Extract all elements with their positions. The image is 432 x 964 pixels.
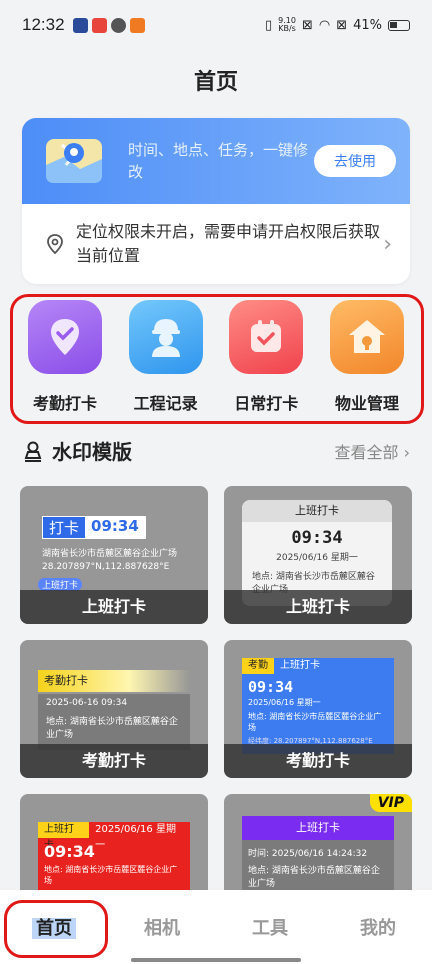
template-datetime: 2025-06-16 09:34 xyxy=(46,698,128,708)
template-label: 上班打卡 xyxy=(20,590,208,624)
template-label: 考勤打卡 xyxy=(20,744,208,778)
vibrate-icon: ▯ xyxy=(264,17,273,33)
template-tag: 打卡 xyxy=(43,517,86,538)
template-head: 上班打卡 xyxy=(242,500,392,522)
template-address: 地点: 湖南省长沙市岳麓区麓谷企业广场 xyxy=(46,717,178,740)
see-all-link[interactable]: 查看全部 › xyxy=(334,439,410,463)
wifi-icon: ◠ xyxy=(318,17,331,33)
section-title: 水印模版 xyxy=(52,440,132,464)
template-address: 湖南省长沙市岳麓区麓谷企业广场 xyxy=(42,549,178,559)
location-permission-text: 定位权限未开启，需要申请开启权限后获取当前位置 xyxy=(76,222,381,265)
promo-card: 时间、地点、任务，一键修改 去使用 定位权限未开启，需要申请开启权限后获取当前位… xyxy=(22,118,410,284)
watermark-template-card[interactable]: 考勤 上班打卡 09:34 2025/06/16 星期一 地点: 湖南省长沙市岳… xyxy=(224,640,412,778)
chevron-right-icon: › xyxy=(383,231,392,257)
notification-icons xyxy=(72,17,145,33)
app-notification-icon xyxy=(91,17,107,33)
template-body: 2025-06-16 09:34 地点: 湖南省长沙市岳麓区麓谷企业广场 xyxy=(38,694,190,750)
watermark-template-card[interactable]: 上班打卡 2025/06/16 星期一 09:34 地点: 湖南省长沙市岳麓区麓… xyxy=(20,794,208,904)
template-date: 2025/06/16 星期一 xyxy=(248,698,321,707)
template-label: 考勤打卡 xyxy=(224,744,412,778)
watermark-section-header: 水印模版 查看全部 › xyxy=(22,436,410,465)
template-address: 地点: 湖南省长沙市岳麓区麓谷企业广场 xyxy=(44,865,178,885)
template-coords: 28.207897°N,112.887628°E xyxy=(42,562,170,572)
network-speed: 9.10 KB/s xyxy=(278,17,296,33)
template-datetime: 时间: 2025/06/16 14:24:32 xyxy=(248,849,368,859)
template-tag: 上班打卡 xyxy=(38,822,90,851)
see-all-label: 查看全部 xyxy=(334,442,399,462)
tab-label: 工具 xyxy=(252,918,288,939)
promo-text: 时间、地点、任务，一键修改 xyxy=(128,141,309,181)
vip-badge: VIP xyxy=(369,794,412,812)
home-indicator xyxy=(131,958,301,962)
map-pin-icon xyxy=(44,135,106,187)
battery-icon xyxy=(388,19,410,31)
template-label: 上班打卡 xyxy=(224,590,412,624)
template-date: 2025/06/16 星期一 xyxy=(95,824,176,851)
template-head: 考勤打卡 xyxy=(38,670,190,692)
app-notification-icon xyxy=(110,17,126,33)
stamp-icon xyxy=(24,441,42,462)
watermark-template-card[interactable]: 打卡 09:34 湖南省长沙市岳麓区麓谷企业广场 28.207897°N,112… xyxy=(20,486,208,624)
watermark-template-card[interactable]: 上班打卡 09:34 2025/06/16 星期一 地点: 湖南省长沙市岳麓区麓… xyxy=(224,486,412,624)
template-preview-header: 打卡 09:34 xyxy=(42,516,146,539)
signal-off-icon: ⊠ xyxy=(336,17,348,33)
page-title: 首页 xyxy=(193,70,238,95)
promo-banner[interactable]: 时间、地点、任务，一键修改 去使用 xyxy=(22,118,410,204)
status-bar: 12:32 ▯ 9.10 KB/s ⊠ ◠ ⊠ 41% xyxy=(0,0,432,50)
highlight-outline-home-tab xyxy=(4,900,108,958)
template-tag: 考勤 xyxy=(242,658,274,674)
template-address: 地点: 湖南省长沙市岳麓区麓谷企业广场 xyxy=(248,866,380,889)
template-address: 地点: 湖南省长沙市岳麓区麓谷企业广场 xyxy=(248,712,382,732)
tab-mine[interactable]: 我的 xyxy=(324,890,432,964)
app-notification-icon xyxy=(129,17,145,33)
watermark-template-card[interactable]: VIP 上班打卡 时间: 2025/06/16 14:24:32 地点: 湖南省… xyxy=(224,794,412,904)
template-time: 09:34 xyxy=(44,842,95,861)
template-time: 09:34 xyxy=(85,517,145,538)
template-tag-secondary: 上班打卡 xyxy=(280,660,320,671)
tab-label: 我的 xyxy=(360,918,396,939)
template-head: 上班打卡 xyxy=(242,816,394,840)
sim-off-icon: ⊠ xyxy=(301,17,313,33)
system-status: ▯ 9.10 KB/s ⊠ ◠ ⊠ 41% xyxy=(265,17,410,33)
location-icon xyxy=(47,234,63,255)
watermark-template-card[interactable]: 考勤打卡 2025-06-16 09:34 地点: 湖南省长沙市岳麓区麓谷企业广… xyxy=(20,640,208,778)
template-preview-panel: 考勤 上班打卡 09:34 2025/06/16 星期一 地点: 湖南省长沙市岳… xyxy=(242,658,394,754)
tab-camera[interactable]: 相机 xyxy=(108,890,216,964)
battery-percent: 41% xyxy=(353,17,382,33)
use-button[interactable]: 去使用 xyxy=(314,145,396,177)
location-permission-row[interactable]: 定位权限未开启，需要申请开启权限后获取当前位置 › xyxy=(22,204,410,284)
app-notification-icon xyxy=(72,17,88,33)
template-date: 2025/06/16 星期一 xyxy=(276,553,358,563)
chevron-right-icon: › xyxy=(403,442,410,462)
tab-tools[interactable]: 工具 xyxy=(216,890,324,964)
template-time: 09:34 xyxy=(248,678,294,696)
status-time: 12:32 xyxy=(22,15,65,34)
template-head: 考勤 上班打卡 xyxy=(242,658,394,674)
speed-unit: KB/s xyxy=(278,24,296,33)
highlight-outline-features xyxy=(10,294,424,424)
tab-label: 相机 xyxy=(144,918,180,939)
template-time: 09:34 xyxy=(291,528,343,548)
template-head: 上班打卡 2025/06/16 星期一 xyxy=(38,822,190,851)
